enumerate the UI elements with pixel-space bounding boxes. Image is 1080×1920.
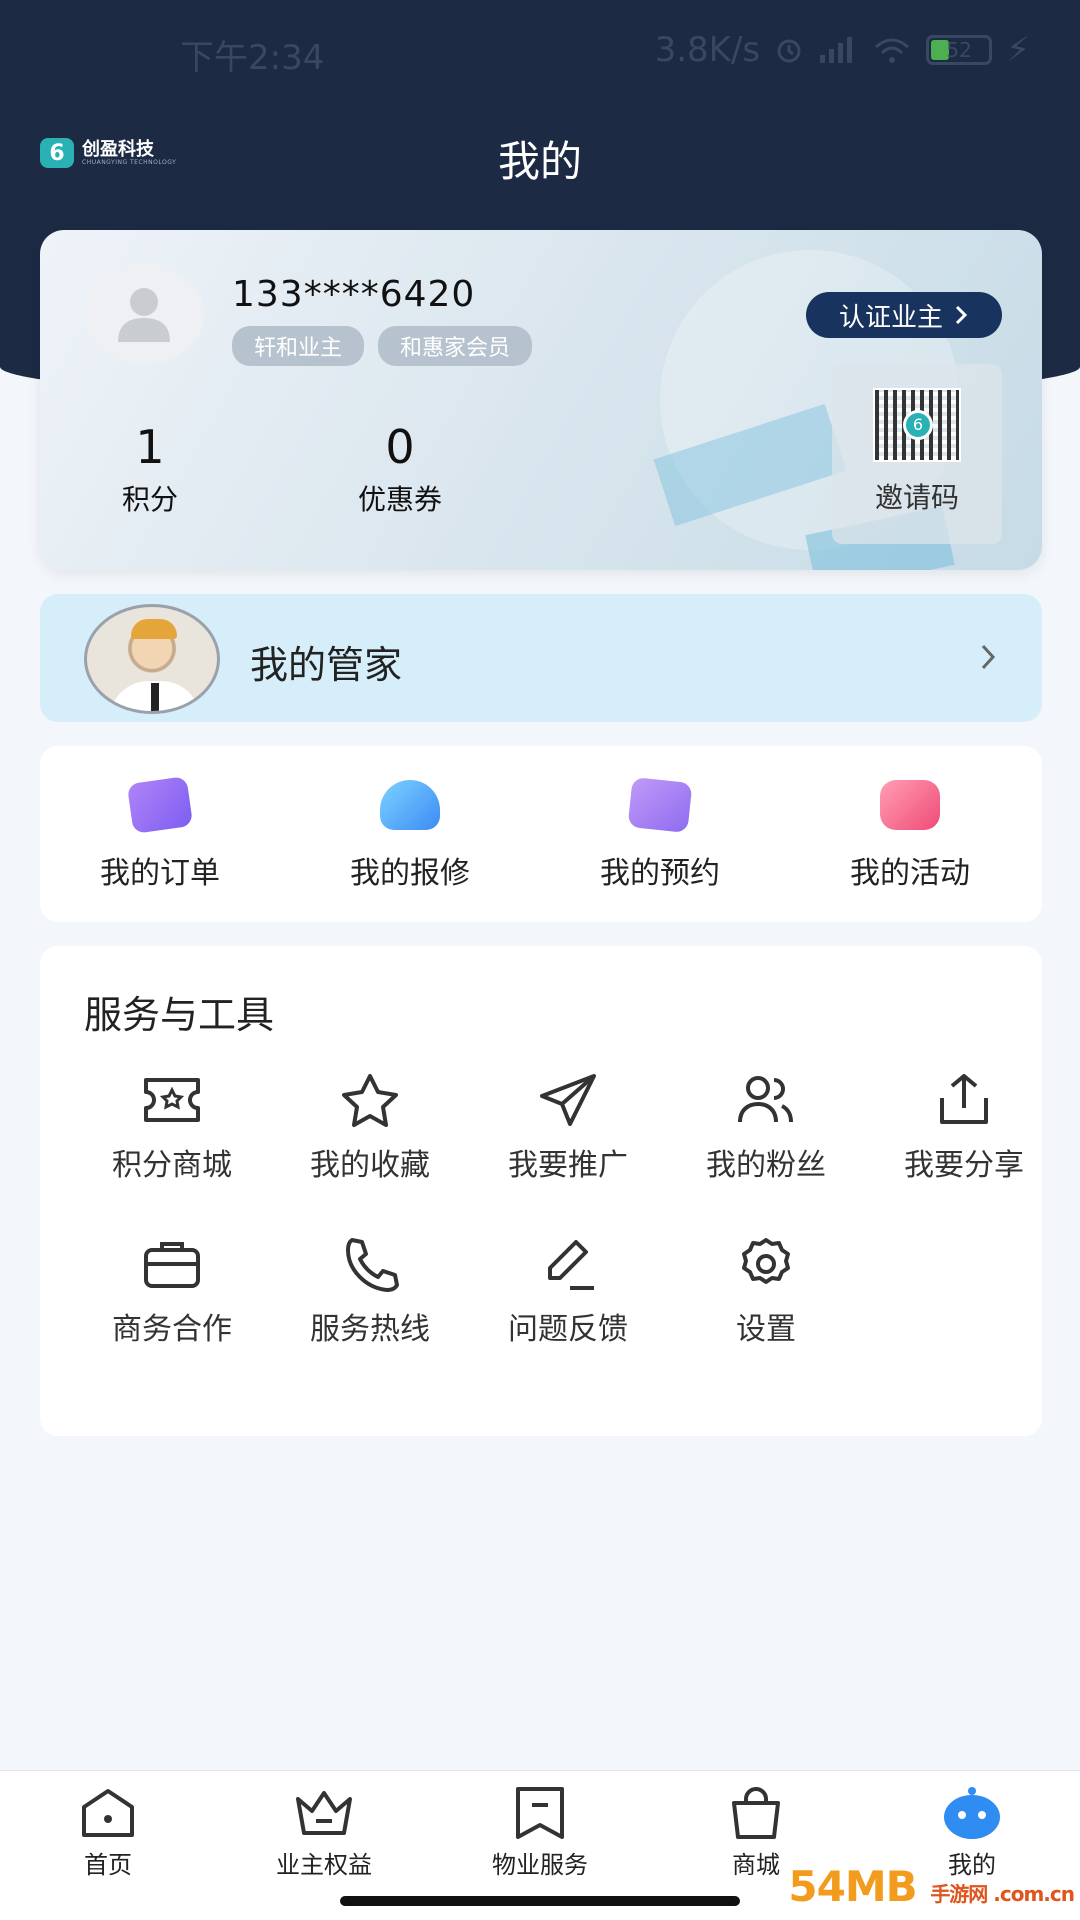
gear-icon	[742, 1238, 790, 1284]
settings-label: 设置	[736, 1312, 796, 1347]
my-fans-button[interactable]: 我的粉丝	[666, 1072, 866, 1184]
points-value: 1	[135, 420, 165, 474]
my-favorites-button[interactable]: 我的收藏	[270, 1072, 470, 1184]
edit-icon	[548, 1240, 594, 1290]
battery-indicator: 52	[926, 35, 993, 65]
status-time: 下午2:34	[180, 38, 325, 78]
wifi-icon	[875, 38, 910, 63]
order-icon	[126, 776, 194, 834]
send-icon	[540, 1074, 596, 1126]
tab-property-services-label: 物业服务	[492, 1851, 588, 1879]
activity-icon	[880, 780, 940, 830]
bag-icon	[732, 1787, 780, 1839]
butler-label: 我的管家	[250, 643, 403, 687]
ticket-icon	[144, 1078, 200, 1122]
home-icon	[82, 1789, 134, 1837]
my-bookings-label: 我的预约	[600, 856, 720, 891]
bookmark-icon	[516, 1787, 564, 1839]
watermark-sub: 手游网 .com.cn	[930, 1882, 1075, 1906]
invite-code-button[interactable]: 6 邀请码	[832, 364, 1002, 544]
my-repairs-label: 我的报修	[350, 856, 470, 891]
promote-label: 我要推广	[508, 1148, 628, 1183]
qr-code-icon: 6	[873, 388, 961, 462]
my-orders-button[interactable]: 我的订单	[40, 776, 280, 892]
my-activities-label: 我的活动	[850, 856, 970, 891]
user-icon	[118, 288, 170, 342]
promote-button[interactable]: 我要推广	[468, 1072, 668, 1184]
tab-home[interactable]: 首页	[8, 1785, 208, 1880]
owner-tag: 轩和业主	[232, 326, 365, 366]
network-speed: 3.8K/s	[654, 30, 761, 70]
user-phone: 133****6420	[232, 274, 476, 315]
my-fans-label: 我的粉丝	[706, 1148, 826, 1183]
coupons-stat[interactable]: 0 优惠券	[340, 420, 460, 518]
home-indicator[interactable]	[340, 1896, 740, 1906]
coupons-label: 优惠券	[357, 483, 442, 516]
settings-button[interactable]: 设置	[666, 1236, 866, 1348]
points-mall-button[interactable]: 积分商城	[72, 1072, 272, 1184]
feedback-button[interactable]: 问题反馈	[468, 1236, 668, 1348]
watermark-text: 54MB	[788, 1862, 917, 1911]
repair-icon	[380, 780, 440, 830]
briefcase-icon	[144, 1242, 200, 1288]
page-title: 我的	[497, 137, 582, 186]
my-bookings-button[interactable]: 我的预约	[540, 777, 780, 892]
tab-owner-benefits[interactable]: 业主权益	[224, 1785, 424, 1880]
quick-actions-panel: 我的订单 我的报修 我的预约 我的活动	[40, 746, 1042, 922]
business-cooperation-button[interactable]: 商务合作	[72, 1236, 272, 1348]
my-favorites-label: 我的收藏	[310, 1148, 430, 1183]
crown-icon	[296, 1791, 352, 1835]
user-tags: 轩和业主 和惠家会员	[232, 326, 533, 366]
tab-home-label: 首页	[84, 1851, 132, 1879]
status-bar: 下午2:34 3.8K/s 52 ⚡	[0, 0, 1080, 100]
share-icon	[940, 1074, 988, 1124]
my-butler-card[interactable]: 我的管家	[40, 594, 1042, 722]
tools-panel: 服务与工具 积分商城 我的收藏 我要推广 我的粉丝 我要分享 商务合作 服务热线…	[40, 946, 1042, 1436]
coupons-value: 0	[385, 420, 415, 474]
share-button[interactable]: 我要分享	[864, 1072, 1064, 1184]
member-tag: 和惠家会员	[378, 326, 533, 366]
butler-avatar	[84, 604, 220, 714]
my-activities-button[interactable]: 我的活动	[790, 780, 1030, 892]
qr-logo-icon: 6	[903, 410, 933, 440]
tools-title: 服务与工具	[84, 993, 275, 1037]
profile-card: 133****6420 轩和业主 和惠家会员 认证业主 1 积分 0 优惠券 6…	[40, 230, 1042, 570]
my-repairs-button[interactable]: 我的报修	[290, 780, 530, 892]
battery-level: 52	[946, 38, 972, 62]
phone-icon	[346, 1238, 399, 1292]
users-icon	[738, 1076, 793, 1123]
service-hotline-button[interactable]: 服务热线	[270, 1236, 470, 1348]
chevron-right-icon	[981, 644, 996, 670]
robot-icon	[944, 1787, 1000, 1839]
booking-icon	[627, 777, 693, 833]
verify-owner-button[interactable]: 认证业主	[806, 292, 1002, 338]
avatar[interactable]	[84, 264, 204, 364]
business-cooperation-label: 商务合作	[112, 1312, 232, 1347]
feedback-label: 问题反馈	[508, 1312, 628, 1347]
tab-owner-benefits-label: 业主权益	[276, 1851, 372, 1879]
signal-icon	[820, 37, 853, 63]
my-orders-label: 我的订单	[100, 856, 220, 891]
points-stat[interactable]: 1 积分	[100, 420, 200, 518]
share-label: 我要分享	[904, 1148, 1024, 1183]
points-label: 积分	[121, 483, 178, 516]
service-hotline-label: 服务热线	[310, 1312, 430, 1347]
points-mall-label: 积分商城	[112, 1148, 232, 1183]
status-indicators: 3.8K/s 52 ⚡	[655, 30, 1030, 70]
tab-property-services[interactable]: 物业服务	[440, 1785, 640, 1880]
charging-icon: ⚡	[1006, 30, 1030, 70]
star-icon	[342, 1074, 398, 1127]
invite-code-label: 邀请码	[874, 481, 959, 514]
alarm-icon	[777, 39, 801, 63]
chevron-right-icon	[955, 305, 968, 325]
watermark: 54MB 手游网 .com.cn	[788, 1862, 1075, 1911]
verify-owner-label: 认证业主	[838, 302, 943, 333]
